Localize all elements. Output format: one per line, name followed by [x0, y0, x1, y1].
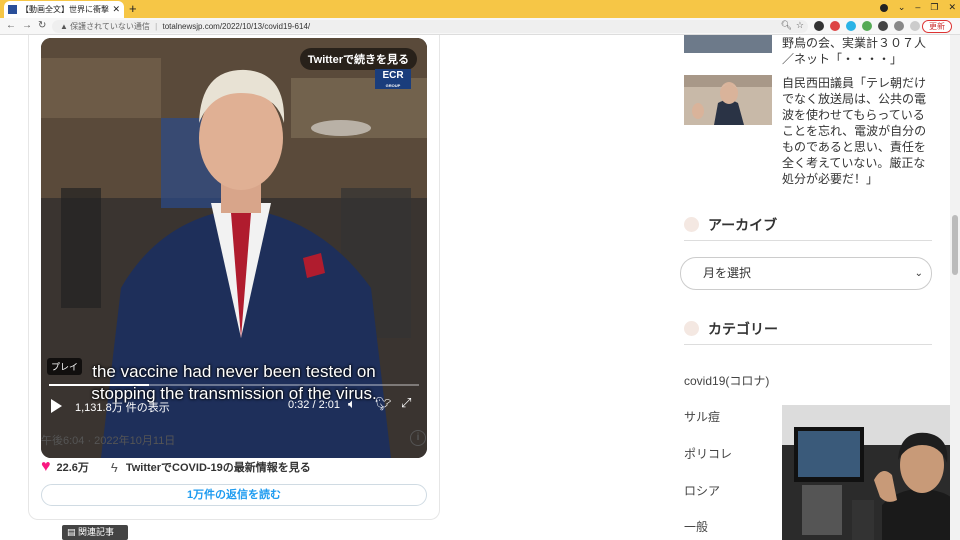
archive-select-value: 月を選択 — [703, 266, 752, 280]
category-item[interactable]: ロシア — [684, 482, 720, 499]
category-item[interactable]: サル痘 — [684, 408, 720, 425]
category-heading: カテゴリー — [684, 319, 932, 345]
ecr-group-logo: ECR GROUP — [375, 69, 411, 89]
security-warning: 保護されていない通信 — [70, 22, 150, 31]
site-favicon-icon — [8, 5, 17, 14]
ecr-logo-text: ECR — [382, 70, 404, 81]
tweet-timestamp[interactable]: 午後6:04 · 2022年10月11日 — [41, 432, 175, 448]
forward-icon[interactable]: → — [22, 19, 32, 33]
extension-icon[interactable] — [830, 21, 840, 31]
category-item[interactable]: 一般 — [684, 518, 708, 535]
twitter-bird-icon[interactable]: 🐦︎ — [375, 396, 392, 412]
category-heading-text: カテゴリー — [708, 321, 778, 337]
profile-icon[interactable] — [879, 4, 888, 12]
fullscreen-icon[interactable]: ⤢ — [401, 395, 411, 411]
tab-title: 【動画全文】世界に衝撃走る！／欧 — [21, 5, 109, 14]
url-text: totalnewsjp.com/2022/10/13/covid19-614/ — [162, 22, 311, 31]
covid-info-link[interactable]: TwitterでCOVID-19の最新情報を見る — [126, 459, 311, 475]
chevron-down-icon: ⌄ — [914, 268, 923, 279]
extension-icon[interactable] — [862, 21, 872, 31]
avatar[interactable] — [910, 21, 920, 31]
archive-month-select[interactable]: 月を選択 ⌄ — [680, 257, 932, 290]
warning-icon: ▲ — [60, 22, 68, 31]
heart-icon[interactable]: ♥ — [41, 458, 51, 476]
play-icon[interactable] — [51, 399, 62, 413]
page-scrollbar[interactable] — [950, 35, 960, 540]
tab-search-icon[interactable]: ⌄ — [898, 2, 906, 13]
address-separator: | — [155, 22, 158, 31]
article-title-2[interactable]: 自民西田議員「テレ朝だけでなく放送局は、公共の電波を使わせてもらっていることを忘… — [782, 75, 932, 187]
window-controls: ⌄ – ❐ ✕ — [879, 2, 956, 13]
minimize-icon[interactable]: – — [915, 2, 920, 13]
article-thumbnail[interactable] — [684, 75, 772, 125]
category-item[interactable]: covid19(コロナ) — [684, 372, 769, 389]
video-time: 0:32 / 2:01 — [288, 399, 340, 411]
ecr-logo-sub: GROUP — [385, 83, 401, 88]
document-icon: ▤ — [67, 527, 76, 537]
back-icon[interactable]: ← — [6, 19, 16, 33]
sidepanel-icon[interactable] — [894, 21, 904, 31]
tweet-video-player[interactable]: Twitterで続きを見る ECR GROUP プレイ the vaccine h… — [41, 38, 427, 458]
archive-heading-text: アーカイブ — [708, 217, 778, 233]
view-count: 1,131.8万 件の表示 — [75, 402, 170, 414]
puzzle-icon[interactable] — [878, 21, 888, 31]
close-tab-icon[interactable]: ✕ — [112, 4, 120, 15]
update-button[interactable]: 更新 — [922, 20, 952, 33]
heading-bullet-icon — [684, 321, 699, 336]
article-thumbnail[interactable] — [684, 35, 772, 53]
webcam-overlay — [782, 405, 960, 540]
related-articles-tab[interactable]: ▤ 関連記事 — [62, 525, 128, 540]
lightning-icon: ϟ — [110, 459, 118, 475]
related-articles-label: 関連記事 — [78, 527, 115, 537]
maximize-icon[interactable]: ❐ — [930, 2, 938, 13]
address-bar[interactable]: ▲ 保護されていない通信 | totalnewsjp.com/2022/10/1… — [52, 20, 808, 33]
close-window-icon[interactable]: ✕ — [948, 2, 956, 13]
category-item[interactable]: ポリコレ — [684, 445, 732, 462]
browser-tab-bar: 【動画全文】世界に衝撃走る！／欧 ✕ + ⌄ – ❐ ✕ — [0, 0, 960, 18]
tweet-actions: ♥ 22.6万 ϟ TwitterでCOVID-19の最新情報を見る — [41, 458, 311, 476]
reload-icon[interactable]: ↻ — [38, 19, 46, 33]
video-subtitle-line-1: the vaccine had never been tested on — [92, 362, 376, 381]
volume-icon[interactable]: 🔈︎ — [348, 396, 356, 412]
read-replies-button[interactable]: 1万件の返信を読む — [41, 484, 427, 506]
scrollbar-thumb[interactable] — [952, 215, 958, 275]
extension-icon[interactable] — [814, 21, 824, 31]
extension-icon[interactable] — [846, 21, 856, 31]
archive-heading: アーカイブ — [684, 215, 932, 241]
new-tab-button[interactable]: + — [129, 1, 137, 17]
heading-bullet-icon — [684, 217, 699, 232]
article-title-1[interactable]: 野鳥の会、実業計３０７人／ネット「・・・・」 — [782, 35, 932, 67]
page-content: Twitterで続きを見る ECR GROUP プレイ the vaccine h… — [0, 35, 960, 540]
like-count[interactable]: 22.6万 — [57, 459, 89, 475]
browser-toolbar: ← → ↻ ▲ 保護されていない通信 | totalnewsjp.com/202… — [0, 18, 960, 35]
browser-tab[interactable]: 【動画全文】世界に衝撃走る！／欧 ✕ — [4, 1, 124, 18]
bookmark-star-icon[interactable]: ☆ — [796, 20, 804, 31]
info-icon[interactable]: i — [410, 430, 426, 446]
twitter-continue-button[interactable]: Twitterで続きを見る — [299, 48, 417, 70]
zoom-icon[interactable]: 🔍︎ — [781, 20, 792, 31]
